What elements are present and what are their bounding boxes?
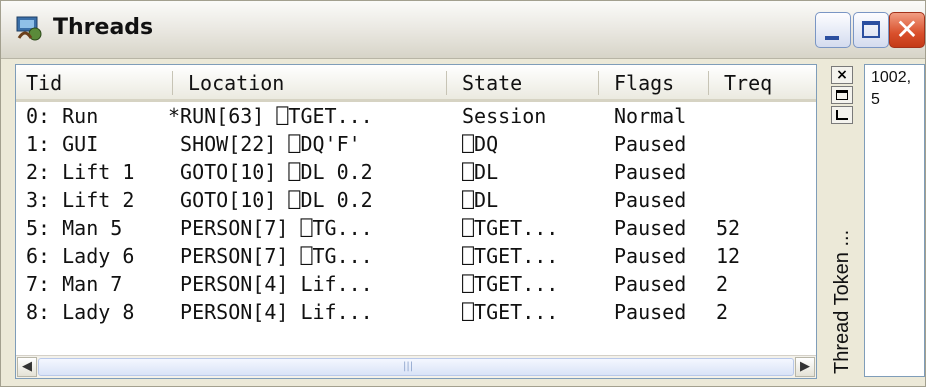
cell-tid: 0: Run — [26, 104, 99, 128]
cell-flags: Normal — [614, 104, 687, 128]
cell-treq: 2 — [716, 272, 729, 296]
cell-tid: 8: Lady 8 — [26, 300, 135, 324]
thread-token-value: 1002, 5 — [871, 69, 912, 108]
table-row[interactable]: 5: Man 5 PERSON[7] ⎕TG... ⎕TGET... Pause… — [16, 214, 816, 242]
thread-token-value-box[interactable]: 1002, 5 — [864, 64, 925, 377]
close-icon: ✕ — [895, 13, 919, 46]
cell-state: ⎕TGET... — [462, 272, 559, 296]
threads-list[interactable]: Tid Location State Flags Treq 0: Run *RU… — [15, 64, 817, 379]
column-header-state[interactable]: State — [452, 65, 598, 99]
cell-flags: Paused — [614, 216, 687, 240]
cell-state: ⎕TGET... — [462, 216, 559, 240]
table-row[interactable]: 7: Man 7 PERSON[4] Lif... ⎕TGET... Pause… — [16, 270, 816, 298]
thread-token-panel: × Thread Token ... — [821, 64, 863, 377]
column-divider[interactable] — [446, 71, 447, 95]
threads-app-icon — [16, 16, 42, 41]
cell-treq: 12 — [716, 244, 741, 268]
cell-flags: Paused — [614, 160, 687, 184]
cell-flags: Paused — [614, 188, 687, 212]
cell-tid: 2: Lift 1 — [26, 160, 135, 184]
cell-tid: 3: Lift 2 — [26, 188, 135, 212]
column-header: Tid Location State Flags Treq — [16, 65, 816, 102]
column-divider[interactable] — [598, 71, 599, 95]
cell-location: PERSON[4] Lif... — [168, 300, 373, 324]
cell-state: ⎕DL — [462, 160, 499, 184]
cell-tid: 1: GUI — [26, 132, 99, 156]
cell-flags: Paused — [614, 132, 687, 156]
cell-location: *RUN[63] ⎕TGET... — [168, 104, 373, 128]
minimize-button[interactable] — [815, 12, 851, 48]
column-header-location[interactable]: Location — [178, 65, 446, 99]
cell-state: ⎕TGET... — [462, 244, 559, 268]
cell-location: PERSON[4] Lif... — [168, 272, 373, 296]
table-row[interactable]: 8: Lady 8 PERSON[4] Lif... ⎕TGET... Paus… — [16, 298, 816, 326]
cell-state: ⎕DQ — [462, 132, 499, 156]
column-divider[interactable] — [172, 71, 173, 95]
cell-flags: Paused — [614, 272, 687, 296]
cell-treq — [706, 130, 814, 158]
table-row[interactable]: 0: Run *RUN[63] ⎕TGET... Session Normal — [16, 102, 816, 130]
horizontal-scrollbar[interactable]: ◀ ||| ▶ — [16, 355, 816, 378]
panel-close-button[interactable]: × — [831, 66, 853, 84]
minimize-icon — [825, 36, 839, 40]
cell-location: GOTO[10] ⎕DL 0.2 — [168, 160, 373, 184]
column-header-treq[interactable]: Treq — [714, 65, 816, 99]
close-icon: × — [836, 67, 848, 83]
table-row[interactable]: 3: Lift 2 GOTO[10] ⎕DL 0.2 ⎕DL Paused — [16, 186, 816, 214]
panel-float-button[interactable] — [831, 86, 853, 104]
cell-state: ⎕DL — [462, 188, 499, 212]
title-bar[interactable]: Threads ✕ — [1, 1, 925, 59]
table-row[interactable]: 6: Lady 6 PERSON[7] ⎕TG... ⎕TGET... Paus… — [16, 242, 816, 270]
cell-location: GOTO[10] ⎕DL 0.2 — [168, 188, 373, 212]
cell-location: PERSON[7] ⎕TG... — [168, 244, 373, 268]
threads-window: Threads ✕ Tid Location State Flags Treq … — [0, 0, 926, 387]
cell-location: SHOW[22] ⎕DQ'F' — [168, 132, 361, 156]
thread-token-label-area: Thread Token ... — [824, 124, 860, 374]
chevron-right-icon: ▶ — [800, 359, 810, 374]
cell-tid: 6: Lady 6 — [26, 244, 135, 268]
maximize-icon — [862, 21, 880, 38]
cell-treq — [706, 102, 814, 130]
grip-icon: ||| — [403, 361, 414, 372]
column-header-flags[interactable]: Flags — [604, 65, 708, 99]
cell-treq: 52 — [716, 216, 741, 240]
cell-treq — [706, 158, 814, 186]
column-header-tid[interactable]: Tid — [16, 65, 172, 99]
panel-dock-button[interactable] — [831, 106, 853, 124]
maximize-button[interactable] — [853, 12, 889, 48]
cell-flags: Paused — [614, 300, 687, 324]
cell-tid: 5: Man 5 — [26, 216, 123, 240]
cell-location: PERSON[7] ⎕TG... — [168, 216, 373, 240]
table-row[interactable]: 1: GUI SHOW[22] ⎕DQ'F' ⎕DQ Paused — [16, 130, 816, 158]
close-button[interactable]: ✕ — [889, 12, 925, 48]
table-row[interactable]: 2: Lift 1 GOTO[10] ⎕DL 0.2 ⎕DL Paused — [16, 158, 816, 186]
scroll-thumb[interactable]: ||| — [38, 358, 794, 376]
window-title: Threads — [53, 15, 154, 40]
column-divider[interactable] — [708, 71, 709, 95]
cell-flags: Paused — [614, 244, 687, 268]
window-icon — [836, 90, 848, 100]
cell-treq: 2 — [716, 300, 729, 324]
cell-tid: 7: Man 7 — [26, 272, 123, 296]
cell-treq — [706, 186, 814, 214]
scroll-left-button[interactable]: ◀ — [17, 357, 37, 377]
scroll-right-button[interactable]: ▶ — [795, 357, 815, 377]
dock-icon — [836, 110, 848, 120]
cell-state: ⎕TGET... — [462, 300, 559, 324]
thread-token-label: Thread Token ... — [831, 229, 853, 374]
chevron-left-icon: ◀ — [22, 359, 32, 374]
cell-state: Session — [462, 104, 547, 128]
thread-rows: 0: Run *RUN[63] ⎕TGET... Session Normal … — [16, 102, 816, 326]
